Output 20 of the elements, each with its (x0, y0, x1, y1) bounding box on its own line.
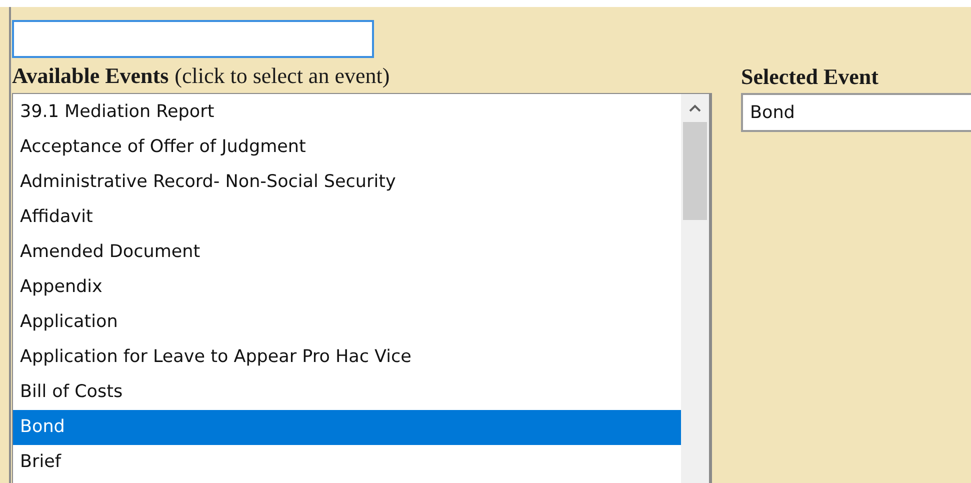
event-item[interactable]: Application for Leave to Appear Pro Hac Vice (13, 340, 681, 375)
selected-event-field[interactable]: Bond (741, 93, 971, 132)
available-events-heading: Available Events (12, 62, 169, 88)
heading-hint: (click to select an event) (174, 62, 390, 88)
event-item[interactable]: Application (13, 305, 681, 340)
scroll-up-icon[interactable] (689, 104, 701, 112)
event-item[interactable]: Acceptance of Offer of Judgment (13, 130, 681, 165)
event-item[interactable]: Affidavit (13, 200, 681, 235)
search-field[interactable] (12, 20, 374, 58)
event-item[interactable]: Amended Document (13, 235, 681, 270)
event-item[interactable]: Brief (13, 445, 681, 480)
event-item[interactable]: Administrative Record- Non-Social Security (13, 165, 681, 200)
selected-event-heading: Selected Event (741, 63, 880, 91)
event-item[interactable]: 39.1 Mediation Report (13, 95, 681, 130)
scrollbar[interactable] (681, 94, 711, 483)
events-listbox[interactable] (12, 93, 712, 483)
event-item[interactable]: Bond (13, 410, 681, 445)
event-item[interactable]: Bill of Costs (13, 375, 681, 410)
event-item[interactable]: Appendix (13, 270, 681, 305)
scroll-thumb[interactable] (683, 122, 707, 220)
